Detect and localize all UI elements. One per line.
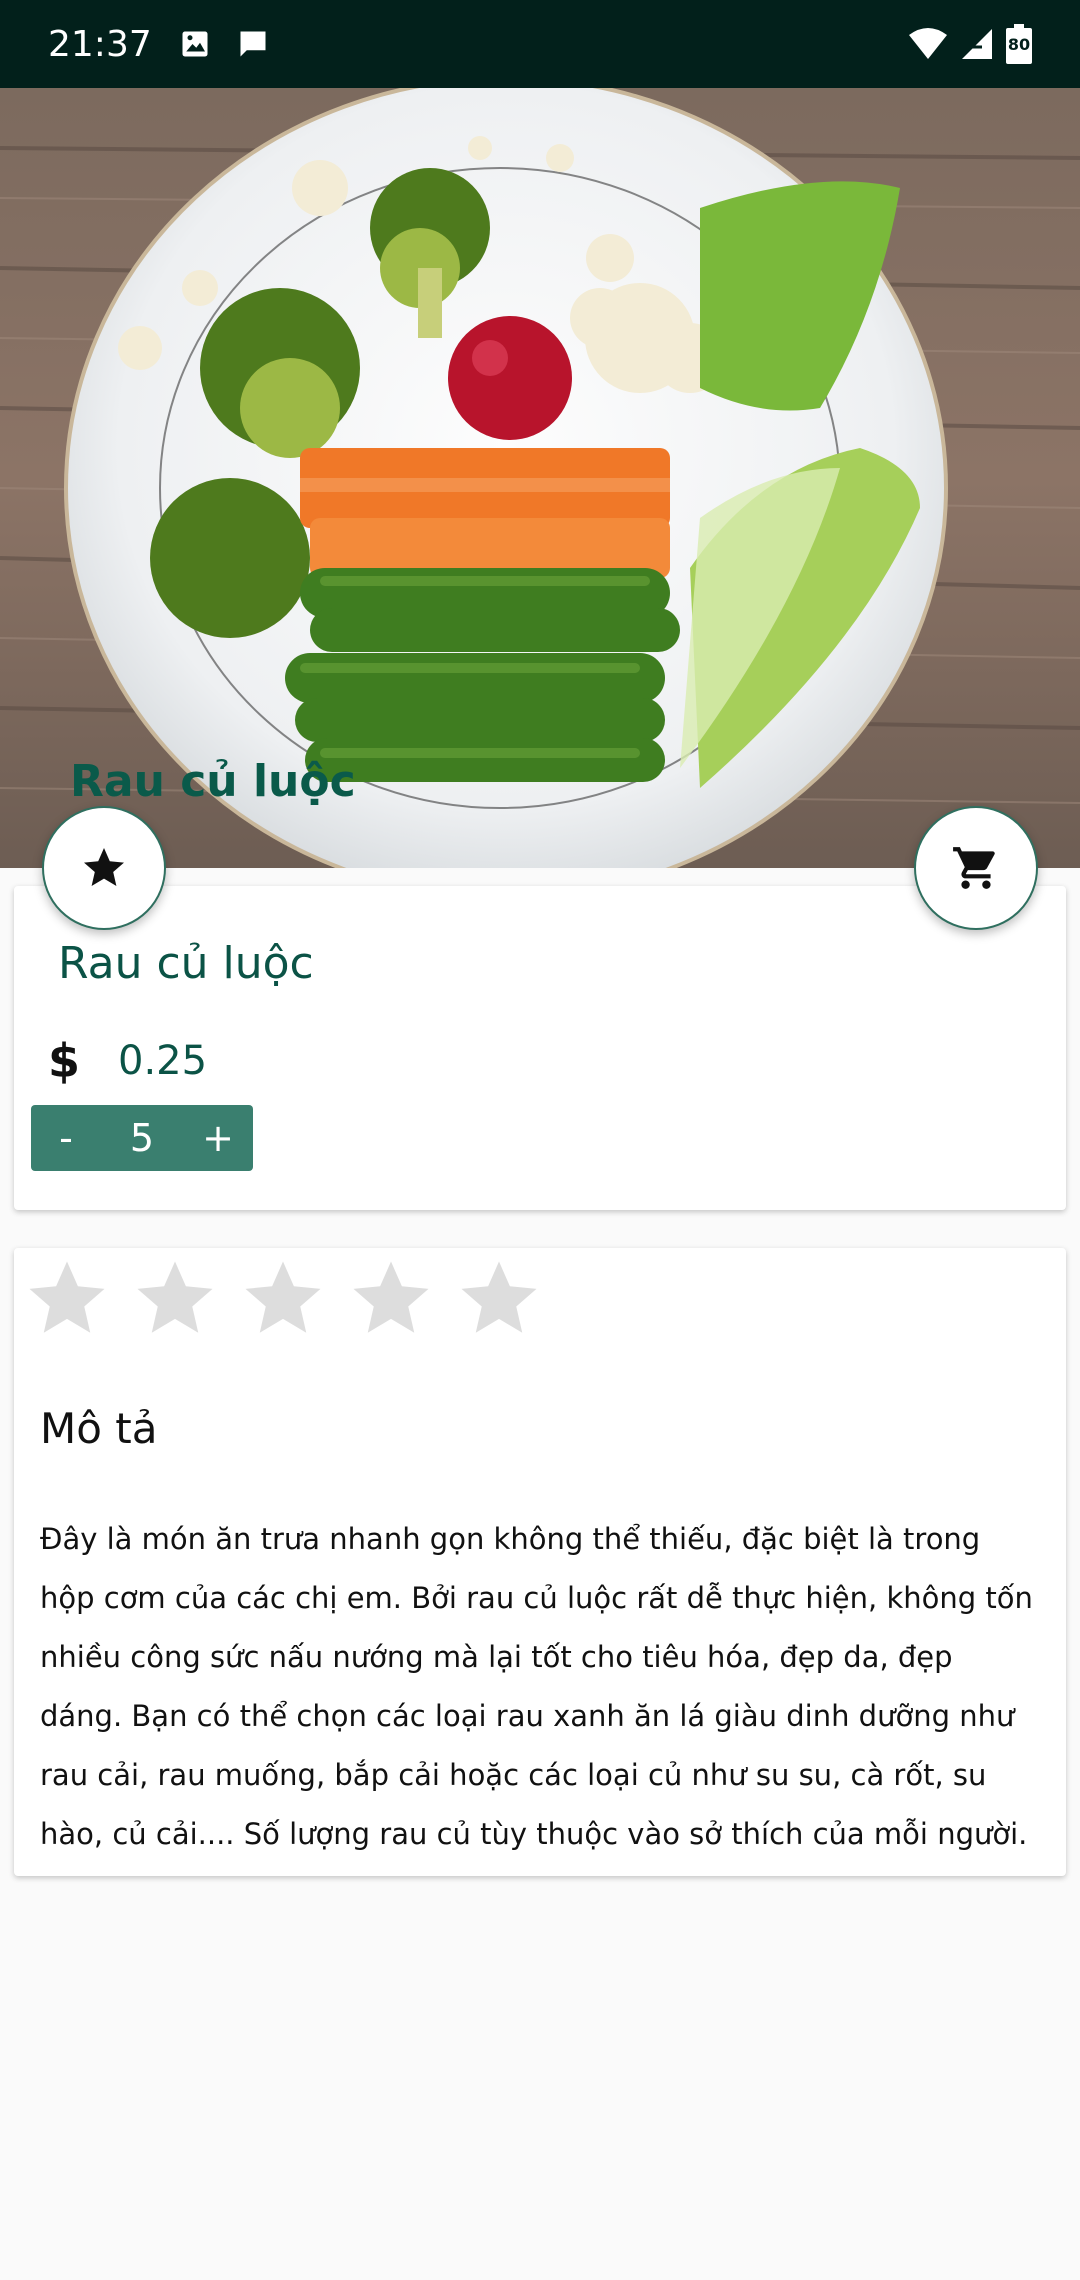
wifi-icon: [909, 28, 947, 59]
hero-image: Rau củ luộc: [0, 88, 1080, 868]
product-price: 0.25: [118, 1038, 208, 1084]
rating-star-5-icon[interactable]: [454, 1254, 544, 1344]
increment-button[interactable]: +: [183, 1105, 253, 1171]
rating-star-2-icon[interactable]: [130, 1254, 220, 1344]
battery-icon: 80: [1006, 24, 1032, 64]
battery-level: 80: [1007, 34, 1031, 54]
description-text: Đây là món ăn trưa nhanh gọn không thể t…: [40, 1522, 1033, 1851]
product-name: Rau củ luộc: [58, 938, 314, 989]
description-title: Mô tả: [40, 1404, 158, 1453]
description-card: Mô tả Đây là món ăn trưa nhanh gọn không…: [14, 1248, 1066, 1876]
vegetable-plate-illustration: [0, 88, 1080, 868]
rating-bar[interactable]: [22, 1254, 544, 1344]
hero-title: Rau củ luộc: [70, 756, 356, 807]
message-icon: [240, 31, 266, 57]
status-left: 21:37: [48, 24, 268, 65]
quantity-value: 5: [129, 1116, 155, 1160]
decrement-button[interactable]: -: [31, 1105, 101, 1171]
signal-icon: [962, 29, 992, 59]
status-time: 21:37: [48, 23, 152, 65]
image-icon: [182, 31, 208, 57]
status-bar: 21:37 80: [0, 0, 1080, 88]
product-card: Rau củ luộc $ 0.25 - 5 +: [14, 886, 1066, 1210]
star-icon: [84, 848, 124, 886]
add-to-cart-button[interactable]: [914, 806, 1038, 930]
rating-star-1-icon[interactable]: [22, 1254, 112, 1344]
rating-star-3-icon[interactable]: [238, 1254, 328, 1344]
rating-star-4-icon[interactable]: [346, 1254, 436, 1344]
status-right: 80: [908, 24, 1032, 64]
cart-icon: [953, 847, 995, 889]
currency-symbol: $: [48, 1034, 81, 1088]
quantity-stepper: - 5 +: [31, 1105, 253, 1171]
favorite-button[interactable]: [42, 806, 166, 930]
